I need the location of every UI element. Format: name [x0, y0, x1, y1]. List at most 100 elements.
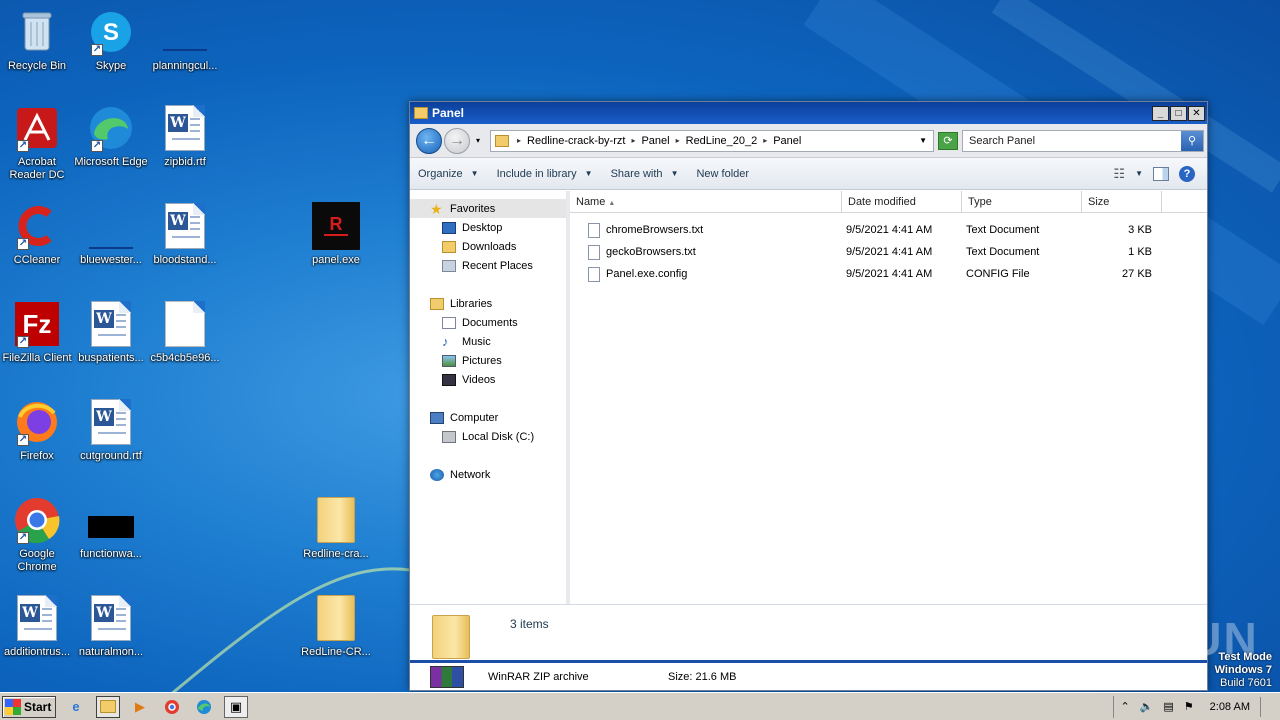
shortcut-arrow-icon: ↗	[91, 44, 103, 56]
breadcrumb-item[interactable]: Redline-crack-by-rzt	[527, 135, 625, 147]
desktop-icon-cutground[interactable]: W cutground.rtf	[74, 398, 148, 463]
preview-pane-icon[interactable]	[1153, 166, 1169, 181]
chevron-down-icon[interactable]: ▼	[1135, 169, 1143, 178]
network-tray-icon[interactable]: ▤	[1163, 700, 1173, 713]
start-button[interactable]: Start	[2, 695, 56, 718]
breadcrumb-item[interactable]: Panel	[641, 135, 669, 147]
nav-computer[interactable]: Computer	[410, 408, 566, 427]
nav-videos[interactable]: Videos	[410, 370, 566, 389]
nav-favorites[interactable]: ★ Favorites	[410, 199, 566, 218]
nav-label: Music	[462, 335, 491, 348]
column-type[interactable]: Type	[962, 191, 1082, 212]
word-document-icon: W	[87, 300, 135, 348]
desktop-icon-edge[interactable]: ↗ Microsoft Edge	[74, 104, 148, 169]
breadcrumb-item[interactable]: Panel	[773, 135, 801, 147]
desktop-icon-panel-exe[interactable]: R panel.exe	[299, 202, 373, 267]
show-hidden-icons-icon[interactable]: ⌃	[1120, 700, 1129, 713]
new-folder-button[interactable]: New folder	[696, 168, 749, 180]
file-name: chromeBrowsers.txt	[606, 224, 704, 236]
nav-libraries[interactable]: Libraries	[410, 294, 566, 313]
chrome-icon: ↗	[13, 496, 61, 544]
desktop-icon-skype[interactable]: S ↗ Skype	[74, 8, 148, 73]
desktop-icon-label: panel.exe	[312, 254, 360, 266]
desktop-icon-chrome[interactable]: ↗ Google Chrome	[0, 496, 74, 574]
column-size[interactable]: Size	[1082, 191, 1162, 212]
desktop-icon-filezilla[interactable]: Fz ↗ FileZilla Client	[0, 300, 74, 365]
shortcut-arrow-icon: ↗	[17, 140, 29, 152]
breadcrumb-item[interactable]: RedLine_20_2	[686, 135, 758, 147]
remote-desktop-icon[interactable]: ▣	[224, 695, 248, 718]
change-view-icon[interactable]: ☷	[1113, 166, 1125, 182]
file-row[interactable]: geckoBrowsers.txt 9/5/2021 4:41 AM Text …	[570, 241, 1207, 263]
organize-menu[interactable]: Organize ▼	[418, 168, 479, 180]
internet-explorer-icon[interactable]: e	[64, 696, 88, 718]
chrome-taskbar-icon[interactable]	[160, 696, 184, 718]
nav-music[interactable]: ♪ Music	[410, 332, 566, 351]
clock[interactable]: 2:08 AM	[1210, 701, 1250, 713]
edge-taskbar-icon[interactable]	[192, 696, 216, 718]
share-with-menu[interactable]: Share with ▼	[611, 168, 679, 180]
explorer-window[interactable]: Panel _ □ ✕ ← → ▾ ▸ Redline-crack-by-rzt…	[409, 101, 1208, 691]
system-tray: ⌃ 🔈 ▤ ⚑ 2:08 AM	[1113, 695, 1280, 718]
action-center-flag-icon[interactable]: ⚑	[1184, 700, 1194, 713]
include-in-library-menu[interactable]: Include in library ▼	[497, 168, 593, 180]
svg-text:Fz: Fz	[23, 309, 52, 339]
nav-recent-places[interactable]: Recent Places	[410, 256, 566, 275]
desktop-icon-planningcul[interactable]: planningcul...	[148, 8, 222, 73]
nav-network[interactable]: Network	[410, 465, 566, 484]
desktop-icon-buspatients[interactable]: W buspatients...	[74, 300, 148, 365]
volume-icon[interactable]: 🔈	[1140, 700, 1154, 713]
desktop-icon-additiontrus[interactable]: W additiontrus...	[0, 594, 74, 659]
include-label: Include in library	[496, 167, 577, 180]
nav-local-disk[interactable]: Local Disk (C:)	[410, 427, 566, 446]
skype-icon: S ↗	[87, 8, 135, 56]
nav-pictures[interactable]: Pictures	[410, 351, 566, 370]
breadcrumb-separator-icon[interactable]: ▸	[631, 136, 635, 145]
nav-documents[interactable]: Documents	[410, 313, 566, 332]
file-row[interactable]: Panel.exe.config 9/5/2021 4:41 AM CONFIG…	[570, 263, 1207, 285]
desktop-icon-functionwa[interactable]: functionwa...	[74, 496, 148, 561]
nav-label: Recent Places	[462, 259, 533, 272]
breadcrumb-separator-icon[interactable]: ▸	[763, 136, 767, 145]
desktop-icon-recycle-bin[interactable]: Recycle Bin	[0, 8, 74, 73]
help-icon[interactable]: ?	[1179, 165, 1195, 182]
breadcrumb-separator-icon[interactable]: ▸	[676, 136, 680, 145]
minimize-button[interactable]: _	[1152, 105, 1169, 121]
refresh-button[interactable]: ⟳	[938, 131, 959, 150]
desktop-icon-bluewester[interactable]: bluewester...	[74, 202, 148, 267]
desktop-icon-redline-folder[interactable]: Redline-cra...	[299, 496, 373, 561]
desktop-icon-c5b4cb5e96[interactable]: c5b4cb5e96...	[148, 300, 222, 365]
desktop-icon-naturalmon[interactable]: W naturalmon...	[74, 594, 148, 659]
back-button[interactable]: ←	[416, 127, 442, 154]
show-desktop-button[interactable]	[1260, 696, 1274, 717]
desktop-icon-redline-cr[interactable]: RedLine-CR...	[299, 594, 373, 659]
desktop-icon-ccleaner[interactable]: ↗ CCleaner	[0, 202, 74, 267]
shortcut-arrow-icon: ↗	[17, 238, 29, 250]
address-dropdown-icon[interactable]: ▼	[919, 136, 927, 145]
address-bar[interactable]: ▸ Redline-crack-by-rzt ▸ Panel ▸ RedLine…	[490, 129, 935, 152]
search-placeholder: Search Panel	[969, 134, 1036, 147]
desktop-icon-label: bloodstand...	[153, 254, 217, 266]
recent-pages-dropdown-icon[interactable]: ▾	[476, 136, 480, 145]
close-button[interactable]: ✕	[1188, 105, 1205, 121]
desktop-icon-bloodstand[interactable]: W bloodstand...	[148, 202, 222, 267]
media-player-icon[interactable]: ▶	[128, 696, 152, 718]
nav-desktop[interactable]: Desktop	[410, 218, 566, 237]
forward-button[interactable]: →	[444, 127, 470, 154]
file-row[interactable]: chromeBrowsers.txt 9/5/2021 4:41 AM Text…	[570, 219, 1207, 241]
breadcrumb-separator-icon[interactable]: ▸	[517, 136, 521, 145]
desktop-icon-firefox[interactable]: ↗ Firefox	[0, 398, 74, 463]
explorer-taskbar-icon[interactable]	[96, 695, 120, 718]
column-name[interactable]: Name ▲	[570, 191, 842, 212]
search-input[interactable]: Search Panel ⚲	[962, 129, 1205, 152]
column-date-modified[interactable]: Date modified	[842, 191, 962, 212]
window-titlebar[interactable]: Panel _ □ ✕	[410, 102, 1207, 124]
recent-places-icon	[442, 259, 456, 272]
nav-label: Favorites	[450, 202, 496, 215]
maximize-button[interactable]: □	[1170, 105, 1187, 121]
desktop-icon-zipbid[interactable]: W zipbid.rtf	[148, 104, 222, 169]
nav-downloads[interactable]: Downloads	[410, 237, 566, 256]
window-title: Panel	[432, 106, 465, 120]
search-icon[interactable]: ⚲	[1181, 130, 1204, 151]
desktop-icon-acrobat[interactable]: ↗ Acrobat Reader DC	[0, 104, 74, 182]
